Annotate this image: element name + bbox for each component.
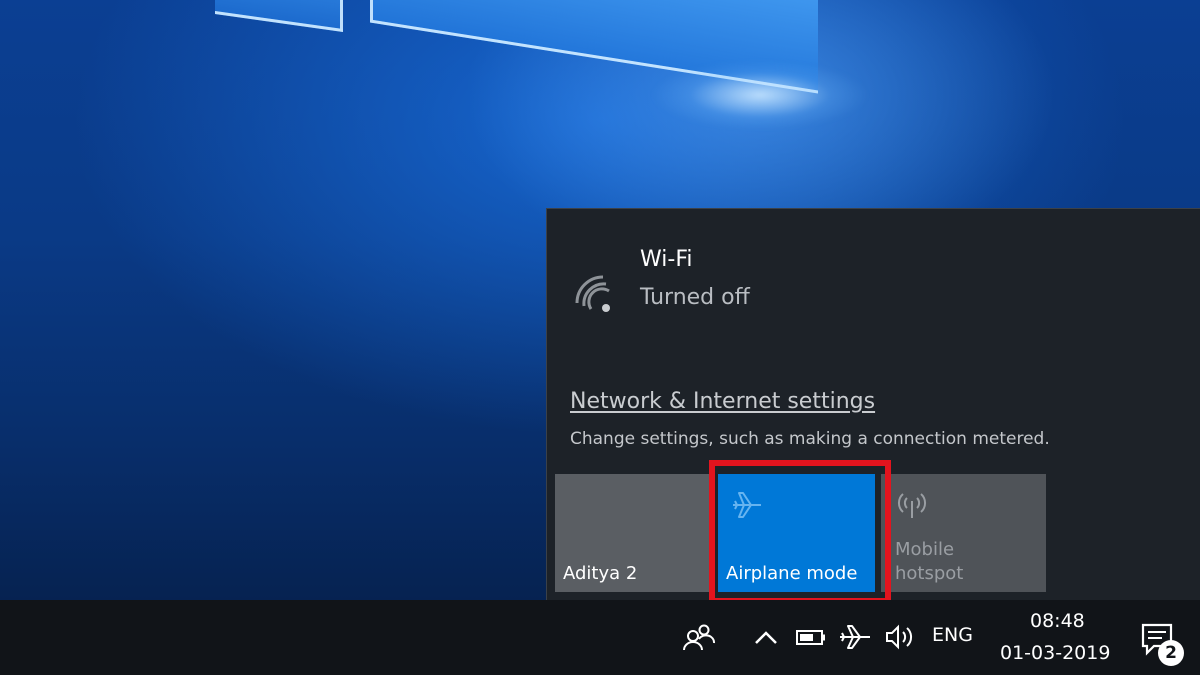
mobile-hotspot-label: Mobile hotspot xyxy=(895,538,963,586)
mobile-hotspot-tile[interactable]: Mobile hotspot xyxy=(881,474,1046,592)
logo-glow xyxy=(650,60,870,130)
wifi-status-text: Turned off xyxy=(640,285,750,310)
people-icon[interactable] xyxy=(682,622,716,652)
airplane-mode-label: Airplane mode xyxy=(726,563,858,584)
battery-icon[interactable] xyxy=(795,622,827,652)
taskbar: ENG 08:48 01-03-2019 2 xyxy=(0,600,1200,675)
airplane-mode-tile[interactable]: Airplane mode xyxy=(718,474,875,592)
language-indicator[interactable]: ENG xyxy=(932,624,973,646)
mobile-hotspot-label-line2: hotspot xyxy=(895,563,964,584)
mobile-hotspot-icon xyxy=(897,493,927,518)
network-internet-settings-link[interactable]: Network & Internet settings xyxy=(570,389,875,414)
airplane-mode-icon[interactable] xyxy=(838,622,872,652)
network-flyout: Wi-Fi Turned off Network & Internet sett… xyxy=(546,208,1200,600)
windows-logo-pane-left xyxy=(215,0,343,32)
notification-count-badge: 2 xyxy=(1158,640,1184,666)
airplane-icon xyxy=(733,492,761,518)
network-tile-label: Aditya 2 xyxy=(563,563,638,584)
network-settings-description: Change settings, such as making a connec… xyxy=(570,429,1050,449)
chevron-up-icon[interactable] xyxy=(753,622,779,652)
clock-date[interactable]: 01-03-2019 xyxy=(1000,642,1110,664)
wifi-off-icon xyxy=(575,275,610,312)
clock-time[interactable]: 08:48 xyxy=(1030,610,1085,632)
mobile-hotspot-label-line1: Mobile xyxy=(895,539,955,560)
volume-icon[interactable] xyxy=(884,622,916,652)
wifi-title: Wi-Fi xyxy=(640,247,693,272)
network-tile[interactable]: Aditya 2 xyxy=(555,474,712,592)
